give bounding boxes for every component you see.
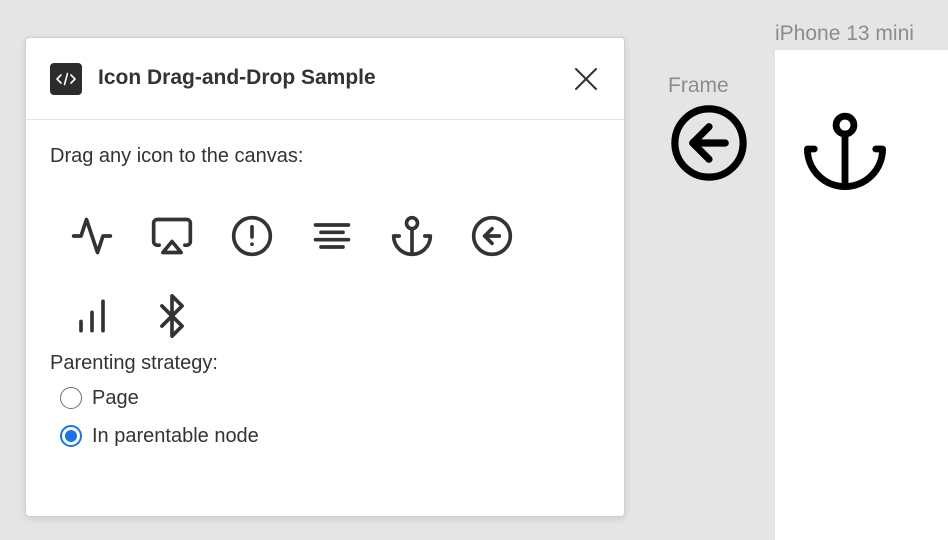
dialog-header: Icon Drag-and-Drop Sample <box>26 38 624 120</box>
icon-tile-alert-circle[interactable] <box>210 194 290 274</box>
dialog-title: Icon Drag-and-Drop Sample <box>98 66 376 89</box>
device-frame-label: iPhone 13 mini <box>775 22 914 45</box>
bluetooth-icon <box>160 294 184 338</box>
radio-page-control[interactable] <box>60 387 82 409</box>
icon-tile-activity[interactable] <box>50 194 130 274</box>
radio-in-parentable-node-control[interactable] <box>60 425 82 447</box>
icon-tile-bar-chart[interactable] <box>50 274 130 354</box>
bar-chart-icon <box>79 299 105 333</box>
icon-tile-arrow-left-circle[interactable] <box>450 194 530 274</box>
frame-label: Frame <box>668 74 729 97</box>
anchor-icon <box>391 215 433 257</box>
align-center-icon <box>313 223 351 249</box>
arrow-left-circle-icon <box>471 215 513 257</box>
close-button[interactable] <box>572 65 600 93</box>
icon-tile-bluetooth[interactable] <box>130 274 210 354</box>
canvas-anchor-icon[interactable] <box>804 108 886 190</box>
alert-circle-icon <box>231 215 273 257</box>
icon-tile-airplay[interactable] <box>130 194 210 274</box>
parenting-strategy-label: Parenting strategy: <box>50 352 218 374</box>
plugin-dialog: Icon Drag-and-Drop Sample Drag any icon … <box>25 37 625 517</box>
radio-page-label: Page <box>92 387 139 409</box>
airplay-icon <box>151 217 193 255</box>
canvas-arrow-left-circle-icon[interactable] <box>670 104 748 182</box>
radio-in-parentable-node-label: In parentable node <box>92 425 259 447</box>
icon-tile-align-center[interactable] <box>290 194 370 274</box>
icon-tile-anchor[interactable] <box>370 194 450 274</box>
close-icon <box>575 68 597 90</box>
activity-icon <box>71 217 113 255</box>
code-icon <box>50 63 82 95</box>
instructions-text: Drag any icon to the canvas: <box>50 145 304 167</box>
